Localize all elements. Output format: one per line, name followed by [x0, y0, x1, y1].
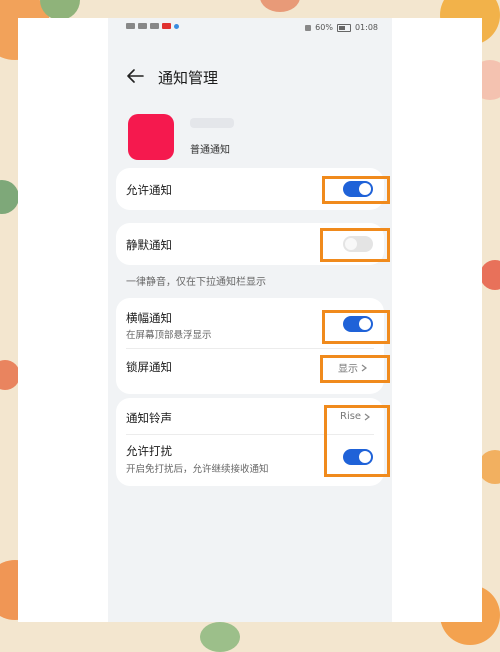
battery-icon	[336, 23, 351, 32]
highlight-box-banner-toggle	[322, 310, 390, 344]
clock-time: 01:08	[354, 23, 378, 32]
silent-notifications-label: 静默通知	[126, 238, 172, 252]
app-dot-icon	[174, 23, 179, 29]
highlight-box-allow-toggle	[322, 176, 390, 204]
ringtone-label: 通知铃声	[126, 411, 172, 425]
app-icon	[128, 114, 174, 160]
highlight-box-lockscreen	[320, 355, 390, 383]
app-category: 普通通知	[190, 145, 230, 156]
allow-interruptions-label: 允许打扰	[126, 444, 172, 458]
banner-notifications-description: 在屏幕顶部悬浮显示	[126, 330, 212, 341]
status-bar: 60% 01:08	[108, 18, 392, 38]
app-notification-icon	[162, 23, 171, 29]
page-title: 通知管理	[158, 69, 219, 87]
allow-interruptions-description: 开启免打扰后，允许继续接收通知	[126, 464, 269, 475]
banner-notifications-label: 横幅通知	[126, 311, 172, 325]
app-name-blurred	[190, 118, 234, 128]
highlight-box-silent-toggle	[320, 228, 390, 262]
lockscreen-notifications-label: 锁屏通知	[126, 360, 172, 374]
back-arrow-icon[interactable]	[126, 68, 144, 84]
sim-icon	[126, 23, 135, 29]
status-icons-right: 60% 01:08	[305, 23, 378, 32]
signal-icon	[138, 23, 147, 29]
alarm-icon	[305, 24, 312, 31]
allow-notifications-label: 允许通知	[126, 183, 172, 197]
status-icons-left	[126, 23, 179, 29]
wifi-icon	[150, 23, 159, 29]
silent-notifications-note: 一律静音，仅在下拉通知栏显示	[126, 277, 266, 288]
battery-percent: 60%	[315, 23, 333, 32]
highlight-box-sound	[324, 405, 390, 477]
page-header: 通知管理	[108, 56, 392, 96]
